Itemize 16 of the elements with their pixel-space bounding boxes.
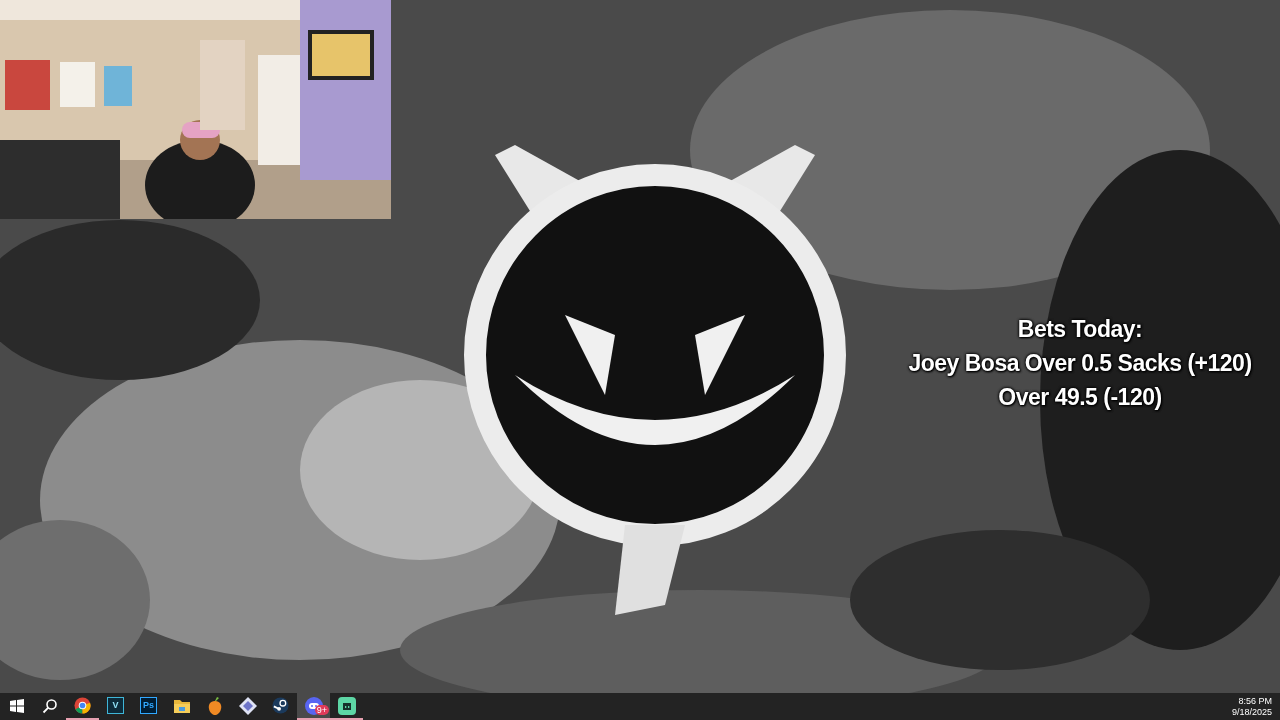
photo-editor-icon: Ps	[140, 697, 157, 714]
editor-icon: V	[107, 697, 124, 714]
time-text: 8:56 PM	[1238, 695, 1272, 707]
taskbar-button[interactable]: 9+	[297, 693, 330, 720]
search-icon	[41, 697, 58, 714]
taskbar-button[interactable]: V	[99, 693, 132, 720]
taskbar-button[interactable]: Ps	[132, 693, 165, 720]
diamond-icon	[238, 696, 257, 715]
steam-icon	[272, 697, 289, 714]
notification-badge: 9+	[314, 705, 329, 715]
folder-icon	[173, 698, 190, 713]
windows-icon	[9, 698, 24, 713]
browser-icon	[74, 697, 91, 714]
fruit-icon	[206, 696, 223, 715]
clock[interactable]: 8:56 PM 9/18/2025	[1231, 695, 1280, 718]
date-text: 9/18/2025	[1231, 706, 1272, 718]
